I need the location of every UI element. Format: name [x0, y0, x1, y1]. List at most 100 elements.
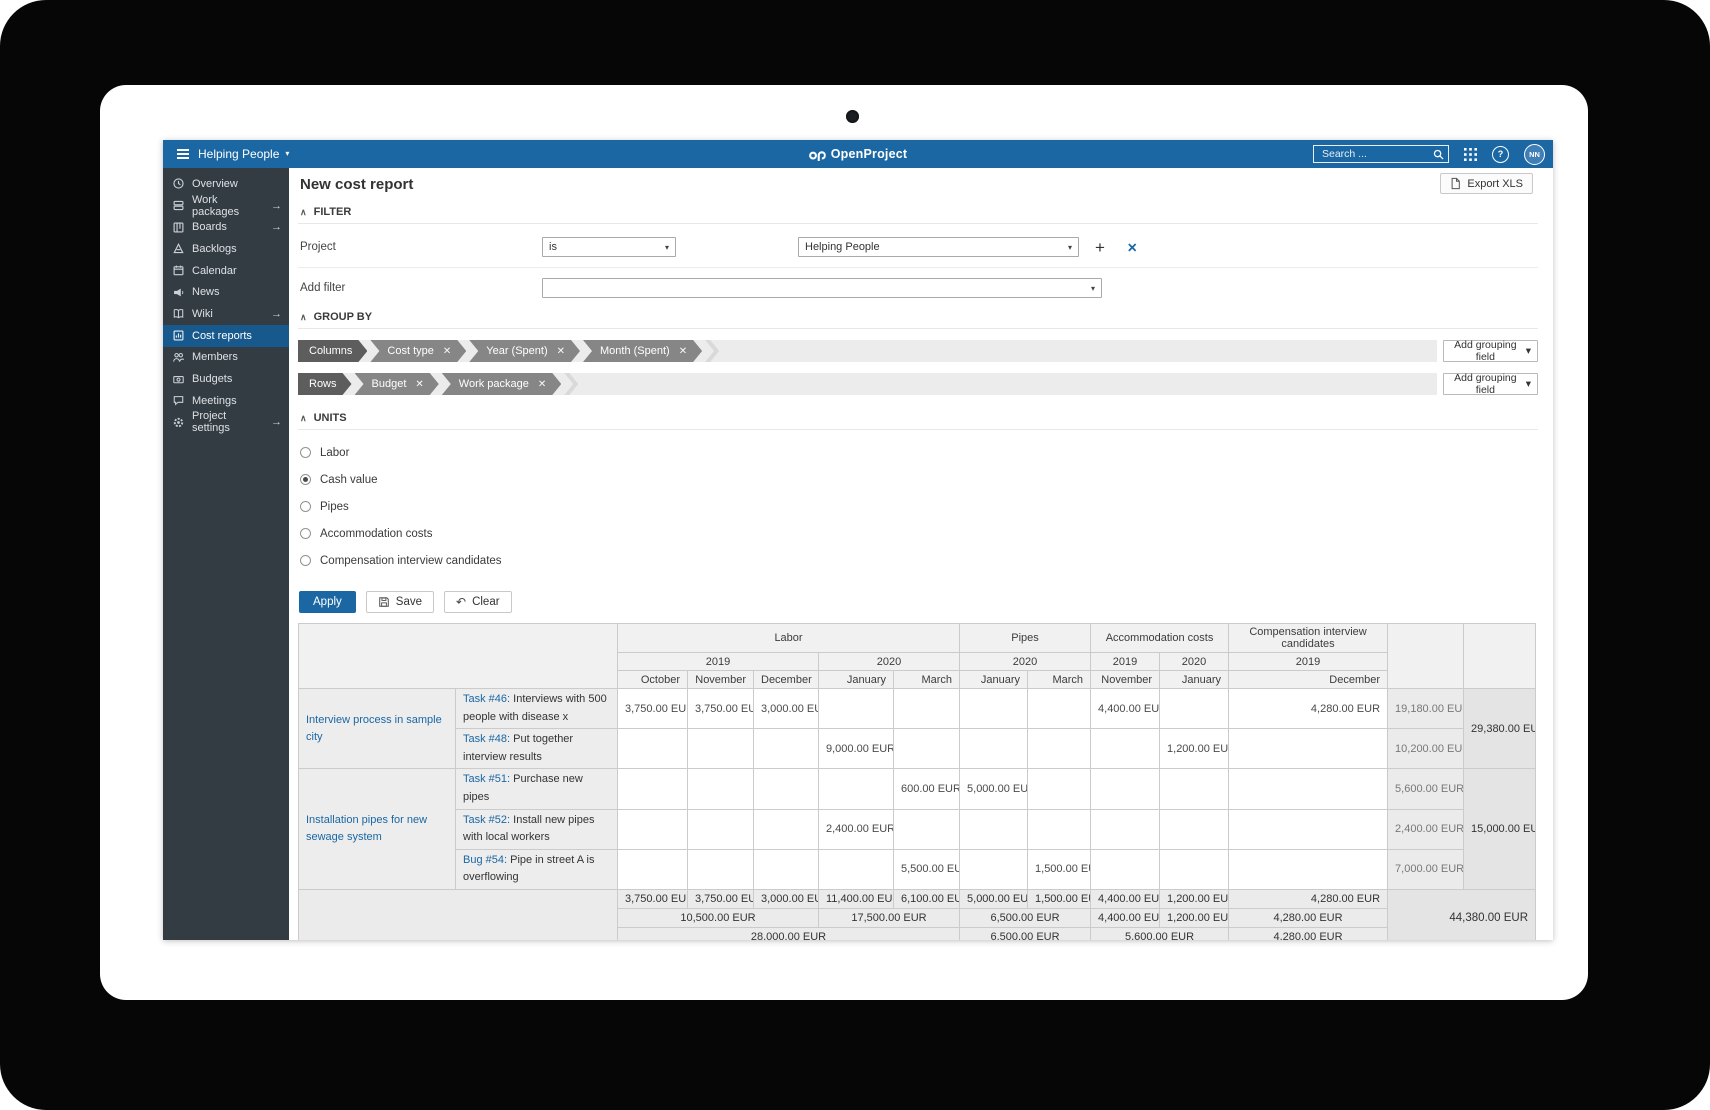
cost-cell: 5,000.00 EUR	[960, 769, 1028, 809]
help-icon[interactable]: ?	[1492, 146, 1509, 163]
radio-button[interactable]	[300, 501, 311, 512]
table-row-task-46: Interview process in sample city Task #4…	[299, 689, 1536, 729]
work-package-link[interactable]: Task #52:	[463, 814, 510, 826]
unit-option-compensation-interview-candidates[interactable]: Compensation interview candidates	[300, 547, 1538, 574]
sidebar-item-news[interactable]: News	[163, 281, 289, 303]
filter-section-header[interactable]: ∧ FILTER	[298, 206, 1538, 224]
cost-cell	[894, 729, 960, 769]
grouping-chip-month-spent[interactable]: Month (Spent) ✕	[583, 340, 702, 362]
work-package-cell: Task #51: Purchase new pipes	[456, 769, 618, 809]
add-grouping-field-columns-button[interactable]: Add grouping field ▾	[1443, 340, 1538, 362]
device-mockup: Helping People ▾ OpenProject	[0, 0, 1710, 1110]
caret-down-icon: ▾	[1526, 345, 1531, 357]
add-filter-select[interactable]: ▾	[542, 278, 1102, 298]
remove-icon[interactable]: ✕	[415, 379, 423, 390]
remove-icon[interactable]: ✕	[679, 346, 687, 357]
month-header: November	[1091, 671, 1160, 689]
grouping-chip-year-spent[interactable]: Year (Spent) ✕	[469, 340, 580, 362]
project-settings-icon	[172, 416, 185, 429]
unit-option-cash-value[interactable]: Cash value	[300, 466, 1538, 493]
work-package-link[interactable]: Task #51:	[463, 773, 510, 785]
month-header: March	[894, 671, 960, 689]
month-total-cell: 3,750.00 EUR	[618, 889, 688, 908]
budget-link[interactable]: Interview process in sample city	[299, 689, 456, 769]
cost-cell	[1229, 729, 1388, 769]
rows-chip-bar: Rows Budget ✕ Work package ✕	[298, 373, 1437, 395]
year-header: 2020	[960, 653, 1091, 671]
sidebar-item-project-settings[interactable]: Project settings →	[163, 412, 289, 434]
radio-button-selected[interactable]	[300, 474, 311, 485]
header-cost-types-row: Labor Pipes Accommodation costs Compensa…	[299, 624, 1536, 653]
sidebar-item-calendar[interactable]: Calendar	[163, 260, 289, 282]
export-xls-button[interactable]: Export XLS	[1440, 173, 1533, 194]
header-corner-cell	[299, 624, 618, 689]
cost-cell: 3,000.00 EUR	[754, 689, 819, 729]
row-total-header-cell	[1388, 624, 1464, 689]
radio-button[interactable]	[300, 528, 311, 539]
sidebar-item-cost-reports[interactable]: Cost reports	[163, 325, 289, 347]
page-title: New cost report	[300, 176, 1538, 193]
sidebar-item-budgets[interactable]: Budgets	[163, 368, 289, 390]
sidebar-item-overview[interactable]: Overview	[163, 173, 289, 195]
budget-total-cell: 29,380.00 EUR	[1464, 689, 1536, 769]
apply-button[interactable]: Apply	[299, 591, 356, 613]
hamburger-menu-icon[interactable]	[177, 149, 189, 159]
unit-option-labor[interactable]: Labor	[300, 439, 1538, 466]
sidebar-item-work-packages[interactable]: Work packages →	[163, 195, 289, 217]
remove-icon[interactable]: ✕	[443, 346, 451, 357]
sidebar-item-meetings[interactable]: Meetings	[163, 390, 289, 412]
top-navigation-bar: Helping People ▾ OpenProject	[163, 140, 1553, 168]
project-switcher[interactable]: Helping People ▾	[198, 147, 289, 161]
budget-link[interactable]: Installation pipes for new sewage system	[299, 769, 456, 890]
arrow-right-icon: →	[271, 200, 282, 212]
work-packages-icon	[172, 199, 185, 212]
cost-cell: 3,750.00 EUR	[688, 689, 754, 729]
remove-filter-icon[interactable]: ✕	[1127, 240, 1137, 255]
work-package-cell: Bug #54: Pipe in street A is overflowing	[456, 849, 618, 889]
radio-button[interactable]	[300, 555, 311, 566]
grouping-chip-budget[interactable]: Budget ✕	[355, 373, 439, 395]
openproject-logo[interactable]: OpenProject	[809, 147, 908, 161]
modules-grid-icon[interactable]	[1464, 148, 1477, 161]
sidebar-item-boards[interactable]: Boards →	[163, 216, 289, 238]
add-filter-plus-icon[interactable]: +	[1095, 239, 1105, 256]
search-icon[interactable]	[1433, 149, 1444, 160]
add-grouping-field-rows-button[interactable]: Add grouping field ▾	[1443, 373, 1538, 395]
cost-cell	[960, 689, 1028, 729]
table-row-task-51: Installation pipes for new sewage system…	[299, 769, 1536, 809]
unit-option-accommodation-costs[interactable]: Accommodation costs	[300, 520, 1538, 547]
filter-value-select[interactable]: Helping People ▾	[798, 237, 1079, 257]
month-total-cell: 4,400.00 EUR	[1091, 889, 1160, 908]
news-icon	[172, 286, 185, 299]
clear-button[interactable]: ↶ Clear	[444, 591, 512, 613]
search-input[interactable]	[1320, 147, 1433, 161]
work-package-link[interactable]: Bug #54:	[463, 854, 507, 866]
user-avatar[interactable]: NN	[1524, 144, 1545, 165]
project-filter-row: Project is ▾ Helping People ▾ + ✕	[298, 237, 1538, 257]
remove-icon[interactable]: ✕	[538, 379, 546, 390]
cost-type-total-cell: 4,280.00 EUR	[1229, 927, 1388, 940]
save-button[interactable]: Save	[366, 591, 434, 613]
sidebar-item-backlogs[interactable]: Backlogs	[163, 238, 289, 260]
global-search	[1313, 145, 1449, 163]
sidebar-item-wiki[interactable]: Wiki →	[163, 303, 289, 325]
openproject-logo-icon	[809, 148, 826, 161]
sidebar-item-members[interactable]: Members	[163, 347, 289, 369]
main-content: New cost report Export XLS ∧ FILTER Proj…	[289, 168, 1553, 940]
units-section-header[interactable]: ∧ UNITS	[298, 412, 1538, 430]
radio-button[interactable]	[300, 447, 311, 458]
grouping-chip-cost-type[interactable]: Cost type ✕	[370, 340, 466, 362]
work-package-link[interactable]: Task #48:	[463, 733, 510, 745]
cost-type-total-cell: 6,500.00 EUR	[960, 927, 1091, 940]
unit-option-pipes[interactable]: Pipes	[300, 493, 1538, 520]
columns-chip: Columns	[298, 340, 367, 362]
grouping-chip-work-package[interactable]: Work package ✕	[442, 373, 562, 395]
cost-cell	[688, 729, 754, 769]
filter-row-divider	[298, 267, 1538, 268]
remove-icon[interactable]: ✕	[557, 346, 565, 357]
work-package-link[interactable]: Task #46:	[463, 693, 510, 705]
group-by-section-header[interactable]: ∧ GROUP BY	[298, 311, 1538, 329]
year-header: 2019	[618, 653, 819, 671]
filter-operator-select[interactable]: is ▾	[542, 237, 676, 257]
cost-cell	[688, 809, 754, 849]
